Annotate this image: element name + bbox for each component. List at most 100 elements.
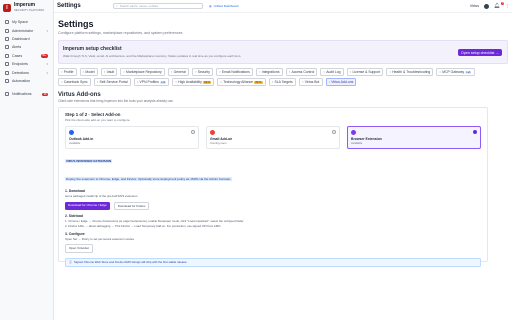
tab-marketplace-repository[interactable]: ▫ Marketplace Repository bbox=[120, 68, 165, 77]
search-placeholder: Search alerts, cases, entities... bbox=[119, 4, 161, 8]
tab-icon: ▫ bbox=[104, 70, 106, 75]
tab-license-support[interactable]: ▫ License & Support bbox=[346, 68, 384, 77]
detection-icon bbox=[5, 70, 9, 75]
search-icon: ⌕ bbox=[116, 4, 118, 8]
sidebar-badge: 99+ bbox=[40, 53, 48, 58]
extension-title: VIRUS BROWSER EXTENSION bbox=[65, 159, 113, 164]
tab-badge: BETA bbox=[203, 80, 212, 84]
sidebar-item-my-space[interactable]: My Space bbox=[3, 18, 50, 26]
configure-desc: Open Set → Policy to set per-tenant exte… bbox=[65, 237, 135, 242]
open-checklist-button[interactable]: Open setup checklist → bbox=[458, 49, 502, 56]
configure-buttons: Open Virtusbot bbox=[65, 244, 481, 253]
tab-icon: ▫ bbox=[349, 70, 352, 75]
sidebar-item-detections[interactable]: Detections ▾ bbox=[3, 68, 50, 76]
search-input[interactable]: ⌕ Search alerts, cases, entities... bbox=[113, 3, 203, 9]
addon-card-outlook-add-in[interactable]: Outlook Add-in Available bbox=[65, 126, 199, 150]
sideload-step-2: 2. Firefox 128+ → about:debugging → This… bbox=[65, 223, 222, 228]
topbar-title: Settings bbox=[57, 3, 81, 9]
tab-label: Casebook Sync bbox=[63, 80, 88, 85]
tab-virtus-bot[interactable]: ▫ Virtus Bot bbox=[298, 78, 323, 87]
tab-integrations[interactable]: ▫ Integrations bbox=[255, 68, 283, 77]
sidebar-item-alerts[interactable]: Alerts bbox=[3, 43, 50, 51]
section-subtitle: Client-side extensions that bring Imperu… bbox=[58, 99, 174, 104]
notifications-button[interactable]: 🔔︎ 8 bbox=[494, 2, 505, 9]
tab-badge: BETA bbox=[254, 80, 263, 84]
tab-icon: ▫ bbox=[220, 80, 222, 85]
sidebar-badge: 38 bbox=[42, 92, 48, 97]
chevron-down-icon: ▾ bbox=[46, 28, 48, 33]
sidebar-item-automation[interactable]: Automation bbox=[3, 77, 50, 85]
tab-technology-alliance[interactable]: ▫ Technology Alliance BETA bbox=[217, 78, 266, 87]
tab-label: SLA Targets bbox=[274, 80, 293, 85]
addon-panel: Step 1 of 2 · Select Add-on Pick the cli… bbox=[58, 107, 488, 267]
more-icon[interactable]: ⋮ bbox=[505, 4, 509, 8]
sidebar-item-administrator[interactable]: Administrator ▾ bbox=[3, 26, 50, 34]
tab-icon: ▫ bbox=[61, 80, 63, 85]
tab-badge: Lab bbox=[465, 70, 472, 74]
addon-card-browser-extension[interactable]: Browser Extension Available bbox=[347, 126, 481, 150]
alert-icon bbox=[5, 45, 9, 50]
tab-label: Marketplace Repository bbox=[126, 70, 162, 75]
tab-icon: ▫ bbox=[136, 80, 139, 85]
tab-model[interactable]: ▫ Model bbox=[79, 68, 98, 77]
extension-desc: Deploy the extension to Chrome, Edge, an… bbox=[65, 177, 232, 182]
tab-virtus-add-ons[interactable]: ▫ Virtus Add-ons bbox=[325, 78, 357, 87]
sideload-step-1: 1. Chrome / Edge → chrome://extensions (… bbox=[65, 218, 245, 223]
download-chrome-button[interactable]: Download for Chrome / Edge bbox=[65, 201, 110, 210]
tab-icon: ▫ bbox=[259, 70, 261, 75]
tab-label: General bbox=[173, 70, 186, 75]
bell-icon bbox=[5, 92, 9, 97]
info-text: Signed Chrome Web Store and Firefox AMO … bbox=[73, 260, 188, 265]
addon-card-gmail-add-on[interactable]: Gmail Add-on Coming soon bbox=[206, 126, 340, 150]
sidebar-item-cases[interactable]: Cases 99+ bbox=[3, 52, 50, 60]
sidebar-item-label: Automation bbox=[12, 78, 31, 83]
tab-self-service-portal[interactable]: ▫ Self-Service Portal bbox=[93, 78, 131, 87]
dashboard-icon bbox=[5, 36, 9, 41]
tab-health-troubleshooting[interactable]: ▫ Health & Troubleshooting bbox=[386, 68, 434, 77]
env-selector[interactable]: ◍ Unified Dashboard bbox=[209, 4, 238, 8]
tab-profile[interactable]: ▫ Profile bbox=[58, 68, 77, 77]
tab-icon: ▫ bbox=[123, 70, 125, 75]
sidebar-item-notifications[interactable]: Notifications 38 bbox=[3, 90, 50, 98]
tab-label: High Availability bbox=[178, 80, 202, 85]
user-name[interactable]: Virtus bbox=[470, 4, 479, 8]
logo-icon: I bbox=[3, 3, 11, 12]
tab-label: Audit Log bbox=[326, 70, 341, 75]
tab-casebook-sync[interactable]: ▫ Casebook Sync bbox=[58, 78, 91, 87]
addon-icon bbox=[210, 130, 215, 136]
tab-label: Virtus Add-ons bbox=[331, 80, 354, 85]
setup-checklist-banner: Imperum setup checklist Walk through TLS… bbox=[58, 40, 508, 64]
tab-high-availability[interactable]: ▫ High Availability BETA bbox=[172, 78, 215, 87]
tab-sla-targets[interactable]: ▫ SLA Targets bbox=[268, 78, 296, 87]
tab-badge: Lab bbox=[160, 80, 167, 84]
tab-audit-log[interactable]: ▫ Audit Log bbox=[320, 68, 344, 77]
tab-mcp-gateway[interactable]: ▫ MCP Gateway Lab bbox=[436, 68, 475, 77]
download-firefox-button[interactable]: Download for Firefox bbox=[113, 201, 150, 210]
tab-general[interactable]: ▫ General bbox=[167, 68, 189, 77]
brand[interactable]: I Imperum SECURITY PLATFORM bbox=[3, 3, 50, 12]
tab-label: License & Support bbox=[352, 70, 381, 75]
tab-label: Profile bbox=[63, 70, 74, 75]
radio-button[interactable] bbox=[191, 130, 195, 135]
admin-icon bbox=[5, 28, 9, 33]
tab-security[interactable]: ▫ Security bbox=[191, 68, 214, 77]
sidebar-nav: My Space Administrator ▾ Dashboard Alerts Cas… bbox=[3, 18, 50, 99]
tab-access-control[interactable]: ▫ Access Control bbox=[285, 68, 318, 77]
avatar[interactable] bbox=[484, 3, 490, 9]
sidebar-item-label: Detections bbox=[12, 70, 29, 75]
section-title: Virtus Add-ons bbox=[58, 92, 101, 99]
tab-email-notifications[interactable]: ▫ Email Notifications bbox=[216, 68, 253, 77]
radio-button[interactable] bbox=[332, 130, 336, 135]
sidebar-item-dashboard[interactable]: Dashboard bbox=[3, 35, 50, 43]
open-virtusbot-button[interactable]: Open Virtusbot bbox=[65, 244, 93, 253]
globe-icon: ◍ bbox=[209, 4, 212, 8]
addon-status: Available bbox=[351, 141, 363, 146]
sidebar-item-label: Administrator bbox=[12, 28, 34, 33]
radio-button[interactable] bbox=[473, 130, 477, 135]
main-area: Settings ⌕ Search alerts, cases, entitie… bbox=[54, 0, 512, 320]
tab-vault[interactable]: ▫ Vault bbox=[100, 68, 118, 77]
sidebar-item-endpoints[interactable]: Endpoints ▾ bbox=[3, 60, 50, 68]
download-desc: Get a packaged install zip of the pre-bu… bbox=[65, 194, 139, 199]
checklist-desc: Walk through TLS, Vault, email, AI archi… bbox=[63, 53, 242, 58]
tab-vpn-profiles[interactable]: ▫ VPN Profiles Lab bbox=[133, 78, 170, 87]
